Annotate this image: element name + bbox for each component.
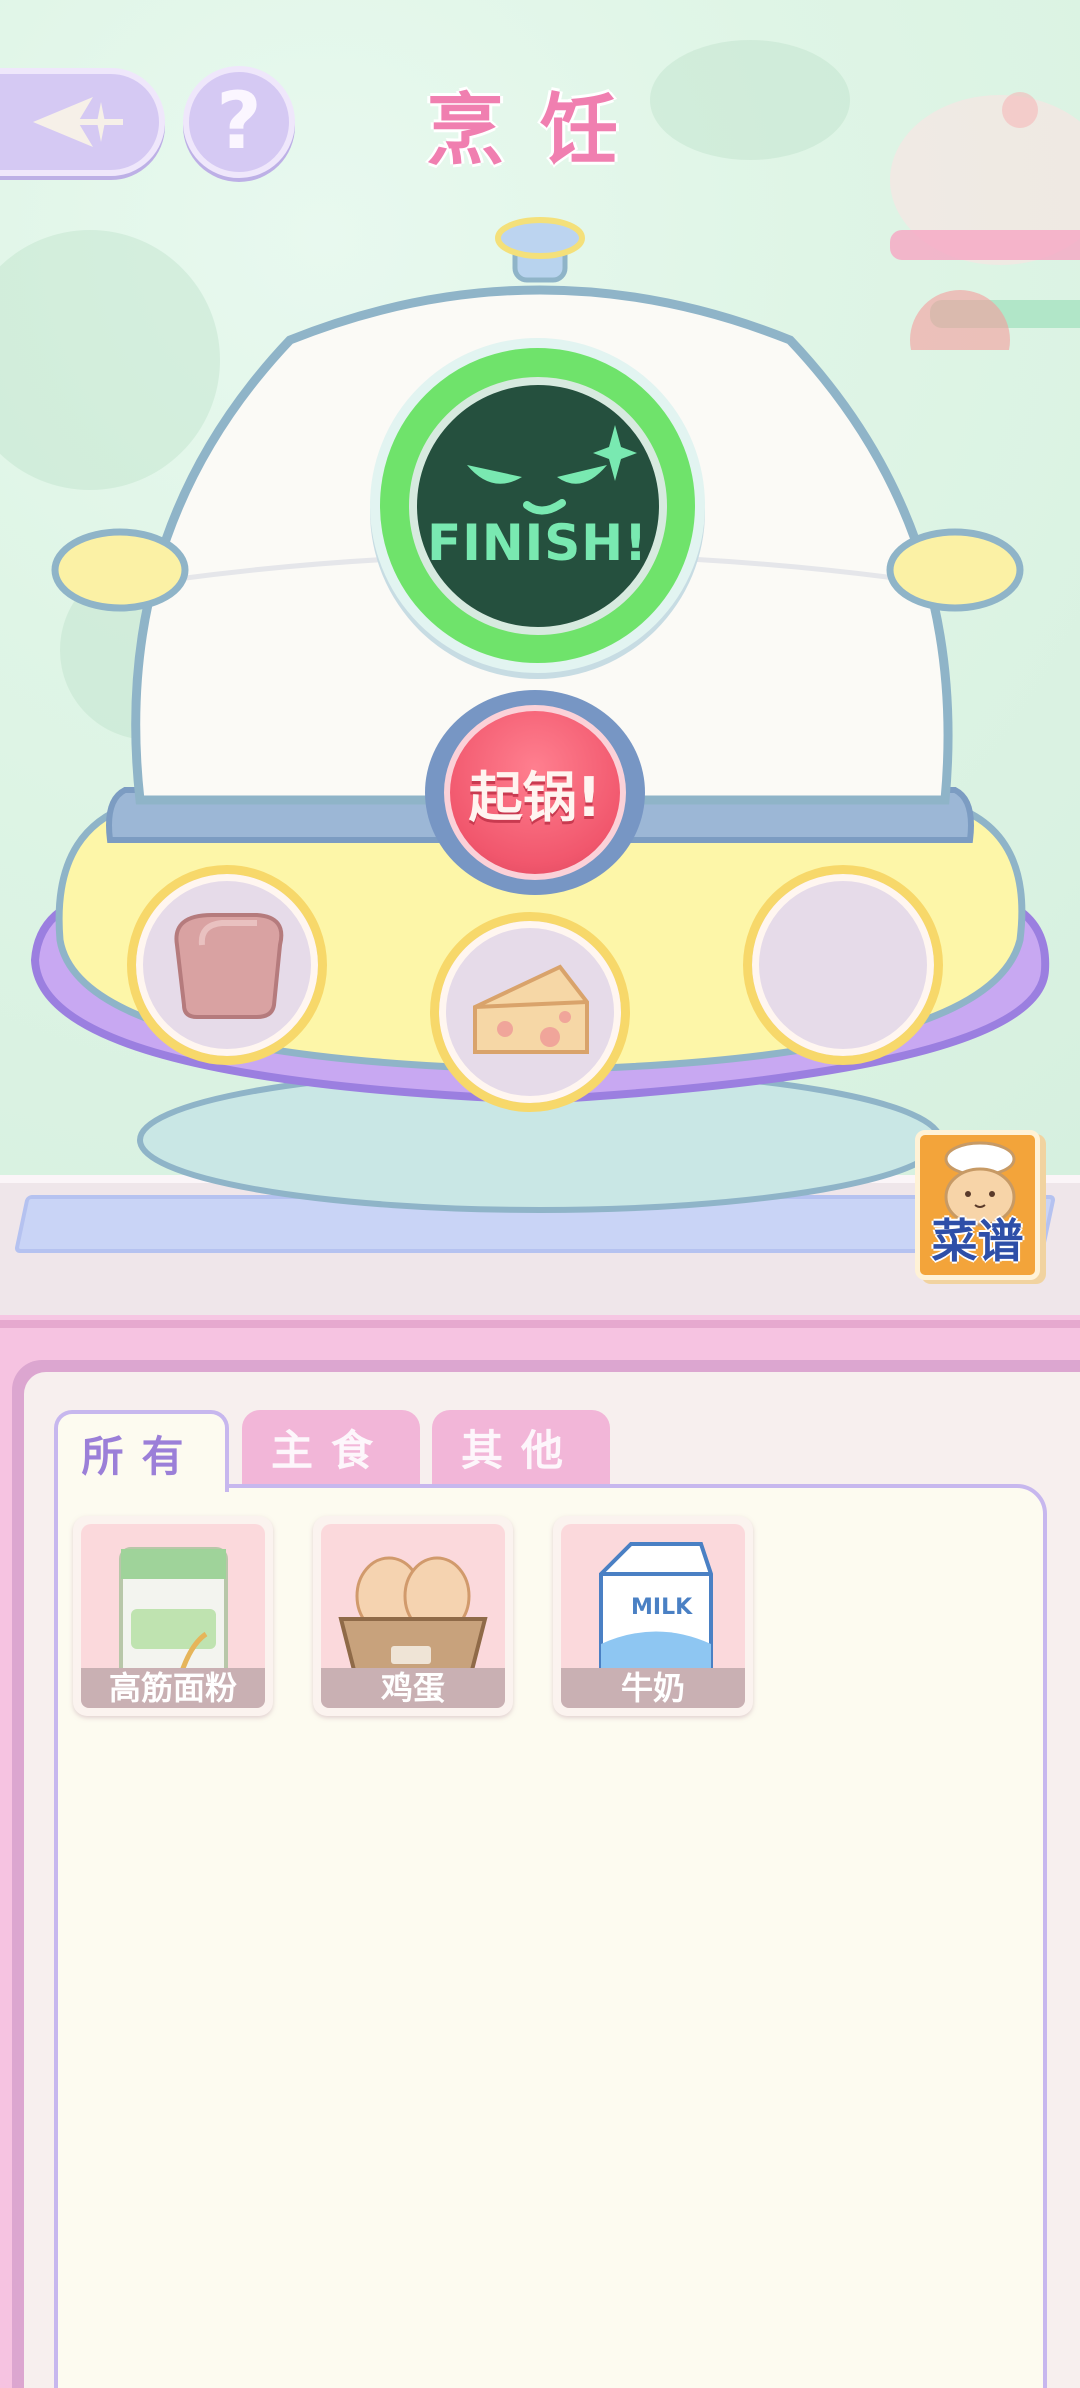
tab-staple-food-label: 主食 bbox=[270, 1426, 391, 1475]
inventory-panel: 所有 主食 其他 高筋面粉 鸡蛋 MILK 牛奶 bbox=[12, 1360, 1080, 2388]
item-name: 鸡蛋 bbox=[321, 1668, 505, 1708]
item-name: 牛奶 bbox=[561, 1668, 745, 1708]
list-item-eggs[interactable]: 鸡蛋 bbox=[313, 1516, 513, 1716]
tab-other-label: 其他 bbox=[460, 1426, 581, 1475]
list-item-flour[interactable]: 高筋面粉 bbox=[73, 1516, 273, 1716]
cheese-icon bbox=[473, 964, 589, 1054]
ingredient-slot-2[interactable] bbox=[430, 912, 630, 1112]
ingredient-slot-1[interactable] bbox=[127, 865, 327, 1065]
item-name: 高筋面粉 bbox=[81, 1668, 265, 1708]
serve-button[interactable]: 起锅! bbox=[425, 690, 645, 895]
recipe-book-button[interactable]: 菜谱 bbox=[915, 1130, 1040, 1280]
svg-text:MILK: MILK bbox=[631, 1595, 693, 1620]
tab-all-label: 所有 bbox=[81, 1431, 202, 1481]
bread-icon bbox=[174, 913, 284, 1019]
list-item-milk[interactable]: MILK 牛奶 bbox=[553, 1516, 753, 1716]
help-button[interactable]: ? bbox=[183, 66, 295, 178]
smug-face-icon bbox=[466, 424, 637, 514]
recipe-book-label: 菜谱 bbox=[931, 1214, 1024, 1268]
compass-arrow-icon bbox=[32, 97, 123, 147]
status-screen: FINISH! bbox=[408, 376, 667, 635]
cooking-status-display: FINISH! bbox=[370, 338, 705, 673]
question-mark-icon: ? bbox=[216, 77, 262, 167]
back-button[interactable] bbox=[0, 68, 165, 176]
page-title: 烹饪 bbox=[425, 86, 654, 176]
tab-other[interactable]: 其他 bbox=[432, 1410, 610, 1485]
ingredient-slot-3[interactable] bbox=[743, 865, 943, 1065]
inventory-paper: 所有 主食 其他 高筋面粉 鸡蛋 MILK 牛奶 bbox=[24, 1372, 1080, 2388]
tab-staple-food[interactable]: 主食 bbox=[242, 1410, 420, 1485]
tab-all[interactable]: 所有 bbox=[54, 1410, 229, 1492]
background-leaf-decoration bbox=[650, 40, 850, 160]
serve-button-label: 起锅! bbox=[444, 705, 626, 880]
ingredient-list: 高筋面粉 鸡蛋 MILK 牛奶 bbox=[54, 1484, 1047, 2388]
